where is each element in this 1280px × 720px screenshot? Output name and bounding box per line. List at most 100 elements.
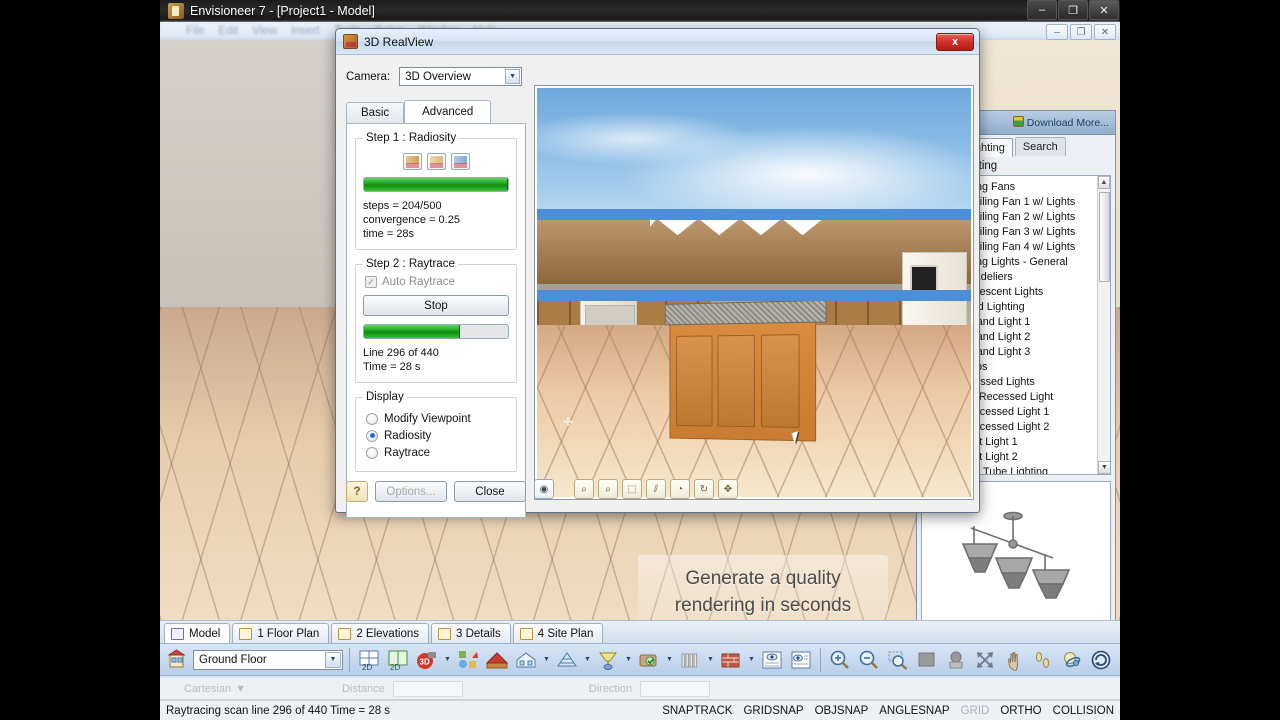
help-button[interactable]: ? bbox=[346, 481, 368, 502]
zoom-out-icon[interactable]: ⌕ bbox=[598, 479, 618, 499]
mdi-minimize-button[interactable]: – bbox=[1046, 24, 1068, 40]
render-objects-icon[interactable] bbox=[455, 647, 481, 673]
camera-select[interactable]: 3D Overview ▼ bbox=[399, 67, 523, 86]
realview-viewport[interactable]: ✛ bbox=[534, 85, 974, 500]
pan-view-icon[interactable] bbox=[972, 647, 998, 673]
view-tab-model[interactable]: Model bbox=[164, 623, 231, 643]
distance-input[interactable] bbox=[392, 680, 463, 697]
roof-icon[interactable] bbox=[484, 647, 510, 673]
fence-icon[interactable] bbox=[677, 647, 703, 673]
scroll-down-arrow[interactable]: ▼ bbox=[1098, 461, 1110, 474]
grab-hand-icon[interactable] bbox=[1001, 647, 1027, 673]
dialog-body: Camera: 3D Overview ▼ Basic Advanced Ste… bbox=[336, 55, 979, 518]
status-toggle-grid[interactable]: GRID bbox=[961, 705, 990, 717]
close-dialog-button[interactable]: Close bbox=[454, 481, 526, 502]
light-source-icon[interactable] bbox=[595, 647, 621, 673]
radio-modify-viewpoint[interactable]: Modify Viewpoint bbox=[366, 410, 509, 427]
tab-search[interactable]: Search bbox=[1014, 137, 1066, 156]
display-legend: Display bbox=[366, 391, 404, 403]
radiosity-quality-low-icon[interactable] bbox=[402, 153, 422, 170]
coordinate-mode[interactable]: Cartesian ▼ bbox=[184, 683, 246, 695]
menu-view[interactable]: View bbox=[252, 25, 277, 37]
view-2d-icon[interactable]: 2D bbox=[356, 647, 382, 673]
zoom-window-icon[interactable] bbox=[885, 647, 911, 673]
zoom-in-icon[interactable] bbox=[827, 647, 853, 673]
zoom-out-icon[interactable] bbox=[856, 647, 882, 673]
radio-raytrace[interactable]: Raytrace bbox=[366, 444, 509, 461]
radio-radiosity[interactable]: Radiosity bbox=[366, 427, 509, 444]
realview-icon bbox=[343, 34, 358, 49]
view-tab-1-floor-plan[interactable]: 1 Floor Plan bbox=[232, 623, 330, 643]
display-settings-icon[interactable] bbox=[759, 647, 785, 673]
pan-icon[interactable]: ✥ bbox=[718, 479, 738, 499]
radiosity-progress-bar bbox=[363, 177, 509, 192]
menu-file[interactable]: File bbox=[186, 25, 205, 37]
house-icon[interactable] bbox=[513, 647, 539, 673]
zoom-in-icon[interactable]: ⌕ bbox=[574, 479, 594, 499]
rotate-view-icon[interactable] bbox=[1088, 647, 1114, 673]
scrollbar-thumb[interactable] bbox=[1099, 192, 1110, 282]
svg-text:2D: 2D bbox=[362, 663, 372, 671]
status-toggle-ortho[interactable]: ORTHO bbox=[1000, 705, 1041, 717]
elevation-icon[interactable] bbox=[554, 647, 580, 673]
mdi-restore-button[interactable]: ❐ bbox=[1070, 24, 1092, 40]
tree-item-label: Ceiling Fan 3 w/ Lights bbox=[966, 225, 1076, 238]
zoom-extents-icon[interactable] bbox=[914, 647, 940, 673]
rotate-view-icon[interactable]: ↻ bbox=[694, 479, 714, 499]
minimize-button[interactable]: – bbox=[1027, 0, 1057, 20]
raytrace-stats: Line 296 of 440 Time = 28 s bbox=[363, 346, 509, 374]
menu-edit[interactable]: Edit bbox=[219, 25, 239, 37]
radiosity-quality-medium-icon[interactable] bbox=[426, 153, 446, 170]
chevron-down-icon[interactable]: ▼ bbox=[235, 683, 246, 695]
walk-icon[interactable]: ⫽ bbox=[646, 479, 666, 499]
chevron-down-icon[interactable]: ▼ bbox=[583, 647, 592, 673]
orbit-icon[interactable] bbox=[1059, 647, 1085, 673]
status-toggle-gridsnap[interactable]: GRIDSNAP bbox=[743, 705, 803, 717]
status-toggle-collision[interactable]: COLLISION bbox=[1053, 705, 1114, 717]
view-tab-4-site-plan[interactable]: 4 Site Plan bbox=[512, 623, 604, 643]
chevron-down-icon[interactable]: ▼ bbox=[325, 651, 341, 668]
view-a2d-icon[interactable]: 2D bbox=[385, 647, 411, 673]
walkthrough-icon[interactable] bbox=[1030, 647, 1056, 673]
chevron-down-icon[interactable]: ▼ bbox=[665, 647, 674, 673]
chevron-down-icon[interactable]: ▼ bbox=[747, 647, 756, 673]
view-3d-icon[interactable]: 3D bbox=[414, 647, 440, 673]
view-tab-3-details[interactable]: 3 Details bbox=[431, 623, 511, 643]
maximize-button[interactable]: ❐ bbox=[1058, 0, 1088, 20]
direction-input[interactable] bbox=[640, 680, 711, 697]
eye-view-icon[interactable]: ◉ bbox=[534, 479, 554, 499]
chevron-down-icon[interactable]: ▼ bbox=[542, 647, 551, 673]
auto-raytrace-checkbox[interactable]: ✓ Auto Raytrace bbox=[365, 276, 509, 288]
chevron-down-icon[interactable]: ▼ bbox=[624, 647, 633, 673]
zoom-previous-icon[interactable] bbox=[943, 647, 969, 673]
status-toggle-snaptrack[interactable]: SNAPTRACK bbox=[662, 705, 732, 717]
view-properties-icon[interactable] bbox=[788, 647, 814, 673]
chevron-down-icon[interactable]: ▼ bbox=[706, 647, 715, 673]
radiosity-quality-high-icon[interactable] bbox=[450, 153, 470, 170]
tab-basic[interactable]: Basic bbox=[346, 102, 405, 123]
floor-select[interactable]: Ground Floor ▼ bbox=[193, 649, 343, 670]
orbit-icon[interactable]: ◔ bbox=[670, 479, 690, 499]
tree-item-label: Ceiling Fan 2 w/ Lights bbox=[966, 210, 1076, 223]
chevron-down-icon[interactable]: ▼ bbox=[505, 69, 521, 84]
stop-button[interactable]: Stop bbox=[363, 295, 509, 316]
camera-icon[interactable] bbox=[636, 647, 662, 673]
status-toggle-anglesnap[interactable]: ANGLESNAP bbox=[879, 705, 949, 717]
mdi-close-button[interactable]: ✕ bbox=[1094, 24, 1116, 40]
catalog-scrollbar[interactable]: ▲ ▼ bbox=[1097, 176, 1110, 474]
options-button[interactable]: Options... bbox=[375, 481, 447, 502]
tab-advanced[interactable]: Advanced bbox=[404, 100, 492, 123]
brick-wall-icon[interactable] bbox=[718, 647, 744, 673]
building-levels-icon[interactable] bbox=[164, 647, 190, 673]
zoom-window-icon[interactable]: ⬚ bbox=[622, 479, 642, 499]
scroll-up-arrow[interactable]: ▲ bbox=[1098, 176, 1110, 189]
radio-raytrace-label: Raytrace bbox=[384, 446, 431, 459]
close-button[interactable]: ✕ bbox=[1089, 0, 1119, 20]
status-toggle-objsnap[interactable]: OBJSNAP bbox=[815, 705, 869, 717]
download-more-link[interactable]: Download More... bbox=[1012, 116, 1109, 129]
coordinate-mode-label: Cartesian bbox=[184, 682, 232, 695]
chevron-down-icon[interactable]: ▼ bbox=[443, 647, 452, 673]
menu-insert[interactable]: Insert bbox=[291, 25, 320, 37]
view-tab-2-elevations[interactable]: 2 Elevations bbox=[331, 623, 429, 643]
dialog-close-button[interactable]: x bbox=[936, 32, 974, 51]
